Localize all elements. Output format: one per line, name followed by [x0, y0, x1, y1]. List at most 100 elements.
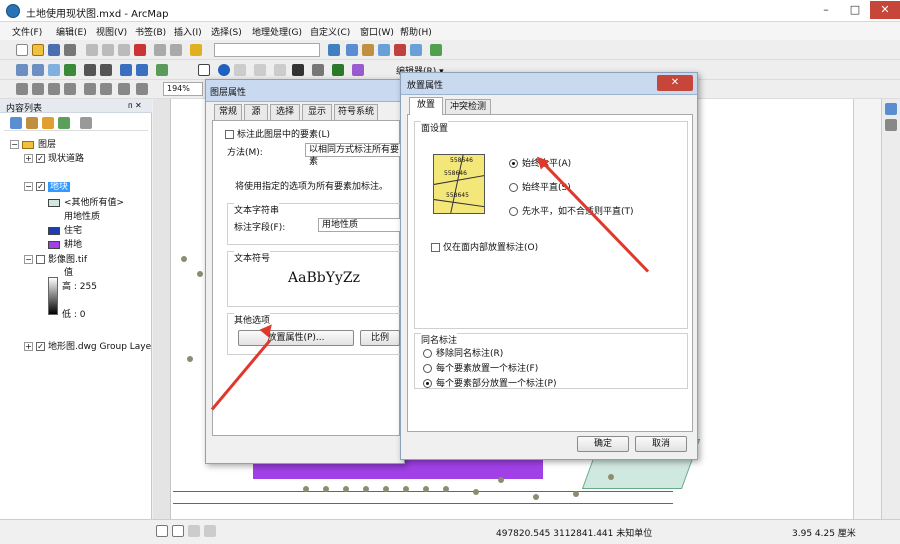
forward-icon[interactable] — [136, 64, 148, 76]
symbol-preview[interactable]: AaBbYyZz — [288, 270, 360, 286]
redo-icon[interactable] — [170, 44, 182, 56]
label-features-checkbox[interactable] — [225, 130, 234, 139]
collapse-icon[interactable]: − — [24, 255, 33, 264]
collapse-icon[interactable]: + — [24, 154, 33, 163]
toc-layer-parcels[interactable]: − ✓ 地块 — [24, 179, 71, 192]
save-icon[interactable] — [48, 44, 60, 56]
time-slider-icon[interactable] — [332, 64, 344, 76]
option-horizontal-then-straight[interactable]: 先水平，如不合适则平直(T) — [509, 204, 634, 217]
python-window-icon[interactable] — [410, 44, 422, 56]
radio-one-per-part[interactable] — [423, 379, 432, 388]
menu-view[interactable]: 视图(V) — [96, 25, 127, 38]
zoom-out-icon[interactable] — [32, 64, 44, 76]
fixed-zoom-in-icon[interactable] — [84, 64, 96, 76]
zoom-100-icon[interactable] — [84, 83, 96, 95]
radio-always-horizontal[interactable] — [509, 159, 518, 168]
toc-layer-image[interactable]: − 影像图.tif — [24, 252, 87, 265]
tab-display[interactable]: 显示 — [302, 104, 332, 120]
menu-customize[interactable]: 自定义(C) — [310, 25, 350, 38]
menu-edit[interactable]: 编辑(E) — [56, 25, 87, 38]
copy-icon[interactable] — [102, 44, 114, 56]
toc-pin-close[interactable]: ᴨ ✕ — [128, 101, 142, 110]
catalog-tab-icon[interactable] — [885, 103, 897, 115]
layout-zoom-out-icon[interactable] — [32, 83, 44, 95]
toc-legend-farmland[interactable]: 耕地 — [48, 237, 82, 250]
list-by-selection-icon[interactable] — [58, 117, 70, 129]
new-document-icon[interactable] — [16, 44, 28, 56]
layer-visibility-checkbox[interactable]: ✓ — [36, 342, 45, 351]
select-elements-icon[interactable] — [198, 64, 210, 76]
radio-one-per-feature[interactable] — [423, 364, 432, 373]
list-by-source-icon[interactable] — [26, 117, 38, 129]
menu-window[interactable]: 窗口(W) — [360, 25, 394, 38]
modelbuilder-icon[interactable] — [430, 44, 442, 56]
layout-pan-icon[interactable] — [48, 83, 60, 95]
radio-remove-duplicates[interactable] — [423, 349, 432, 358]
fixed-zoom-icon[interactable] — [100, 83, 112, 95]
placement-properties-button[interactable]: 放置属性(P)... — [238, 330, 354, 346]
go-to-xy-icon[interactable] — [312, 64, 324, 76]
catalog-window-icon[interactable] — [362, 44, 374, 56]
find-icon[interactable] — [292, 64, 304, 76]
go-back-extent-icon[interactable] — [118, 83, 130, 95]
layer-visibility-checkbox[interactable]: ✓ — [36, 154, 45, 163]
arctoolbox-icon[interactable] — [394, 44, 406, 56]
search-window-icon[interactable] — [378, 44, 390, 56]
collapse-icon[interactable]: − — [24, 182, 33, 191]
paste-icon[interactable] — [118, 44, 130, 56]
scale-range-button[interactable]: 比例 — [360, 330, 400, 346]
cancel-button[interactable]: 取消 — [635, 436, 687, 452]
placement-close-button[interactable]: ✕ — [657, 75, 693, 91]
close-button[interactable]: ✕ — [870, 1, 900, 19]
zoom-percent-combo[interactable]: 194% — [163, 82, 203, 96]
inside-only-checkbox[interactable] — [431, 243, 440, 252]
layout-view-icon[interactable] — [172, 525, 184, 537]
full-extent-icon[interactable] — [64, 64, 76, 76]
tab-general[interactable]: 常规 — [214, 104, 242, 120]
minimize-button[interactable]: – — [812, 1, 840, 19]
toc-options-icon[interactable] — [80, 117, 92, 129]
label-features-option[interactable]: 标注此图层中的要素(L) — [225, 127, 330, 140]
scale-combo[interactable] — [214, 43, 320, 57]
zoom-whole-page-icon[interactable] — [64, 83, 76, 95]
tab-placement[interactable]: 放置 — [409, 97, 443, 115]
tab-selection[interactable]: 选择 — [270, 104, 300, 120]
toc-layer-topo[interactable]: + ✓ 地形图.dwg Group Laye — [24, 339, 151, 352]
print-icon[interactable] — [64, 44, 76, 56]
menu-insert[interactable]: 插入(I) — [174, 25, 202, 38]
radio-horizontal-then-straight[interactable] — [509, 207, 518, 216]
undo-icon[interactable] — [154, 44, 166, 56]
label-field-dropdown[interactable]: 用地性质 — [318, 218, 402, 232]
add-data-icon[interactable] — [190, 44, 202, 56]
layer-visibility-checkbox[interactable]: ✓ — [36, 182, 45, 191]
list-by-drawing-order-icon[interactable] — [10, 117, 22, 129]
back-icon[interactable] — [120, 64, 132, 76]
menu-file[interactable]: 文件(F) — [12, 25, 42, 38]
expand-icon[interactable]: + — [24, 342, 33, 351]
refresh-icon[interactable] — [188, 525, 200, 537]
go-forward-extent-icon[interactable] — [136, 83, 148, 95]
toc-legend-residential[interactable]: 住宅 — [48, 223, 82, 236]
data-view-icon[interactable] — [156, 525, 168, 537]
tab-symbology[interactable]: 符号系统 — [334, 104, 378, 120]
option-remove-duplicates[interactable]: 移除同名标注(R) — [423, 346, 503, 359]
html-popup-icon[interactable] — [254, 64, 266, 76]
pan-icon[interactable] — [48, 64, 60, 76]
delete-icon[interactable] — [134, 44, 146, 56]
editor-toolbar-icon[interactable] — [328, 44, 340, 56]
identify-icon[interactable] — [218, 64, 230, 76]
maximize-button[interactable]: □ — [841, 1, 869, 19]
tab-conflict-detection[interactable]: 冲突检测 — [445, 99, 491, 115]
layout-zoom-in-icon[interactable] — [16, 83, 28, 95]
measure-icon[interactable] — [274, 64, 286, 76]
tab-source[interactable]: 源 — [244, 104, 268, 120]
inside-only-option[interactable]: 仅在面内部放置标注(O) — [431, 240, 538, 253]
toc-legend-other[interactable]: <其他所有值> — [48, 195, 124, 208]
method-dropdown[interactable]: 以相同方式标注所有要素 — [305, 143, 401, 167]
select-features-icon[interactable] — [156, 64, 168, 76]
hyperlink-icon[interactable] — [234, 64, 246, 76]
option-one-per-part[interactable]: 每个要素部分放置一个标注(P) — [423, 376, 556, 389]
open-folder-icon[interactable] — [32, 44, 44, 56]
list-by-visibility-icon[interactable] — [42, 117, 54, 129]
radio-always-straight[interactable] — [509, 183, 518, 192]
